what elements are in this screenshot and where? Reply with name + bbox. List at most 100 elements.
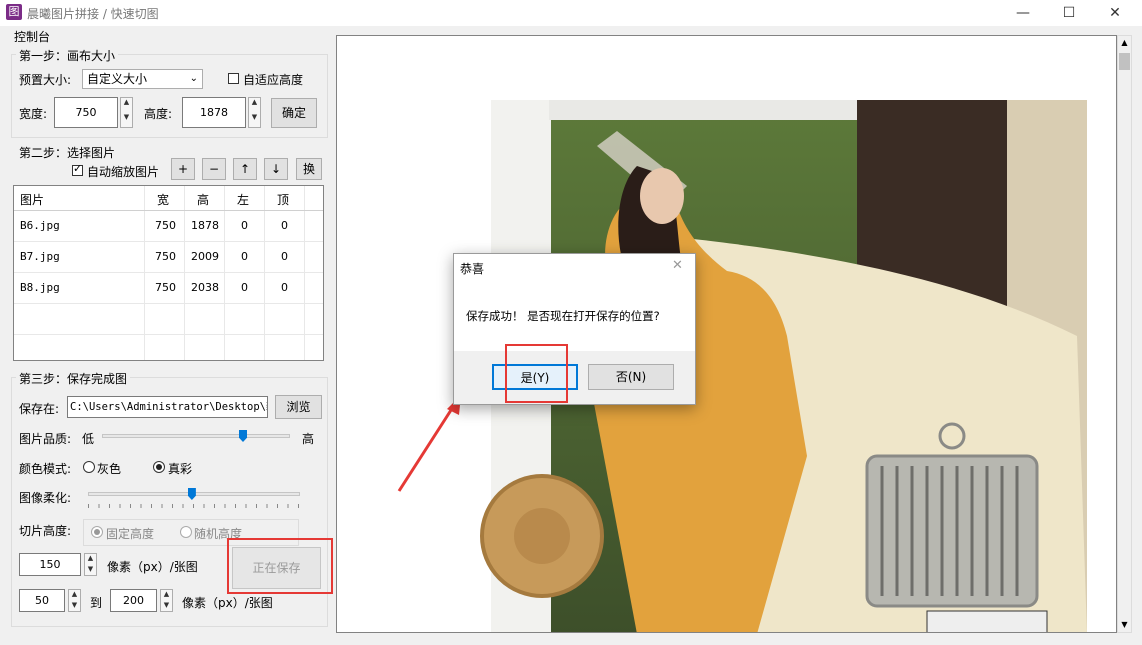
color-mode-label: 颜色模式:: [19, 462, 72, 476]
unit-label-2: 像素（px）/张图: [182, 596, 273, 610]
fit-height-checkbox[interactable]: [228, 73, 239, 84]
cell-left: 0: [241, 281, 248, 294]
move-up-button[interactable]: ↑: [233, 158, 257, 180]
height-input[interactable]: 1878: [182, 97, 246, 128]
truecolor-radio[interactable]: [153, 461, 165, 473]
browse-button[interactable]: 浏览: [275, 395, 322, 419]
chevron-down-icon: ⌄: [189, 73, 198, 84]
fixed-height-label: 固定高度: [106, 527, 155, 541]
spin-up-icon[interactable]: ▲: [161, 590, 172, 601]
fixed-height-spinner[interactable]: ▲ ▼: [84, 553, 97, 576]
unit-label: 像素（px）/张图: [107, 560, 198, 574]
spin-down-icon[interactable]: ▼: [85, 565, 96, 576]
add-image-button[interactable]: +: [171, 158, 195, 180]
cell-left: 0: [241, 250, 248, 263]
fixed-height-radio[interactable]: [91, 526, 103, 538]
scrollbar-thumb[interactable]: [1119, 53, 1130, 70]
width-label: 宽度:: [19, 107, 48, 121]
cell-top: 0: [281, 250, 288, 263]
gray-radio[interactable]: [83, 461, 95, 473]
cell-filename: B8.jpg: [20, 281, 60, 294]
window-title: 晨曦图片拼接 / 快速切图: [27, 7, 159, 21]
radio-dot-icon: [94, 529, 100, 535]
image-table: 图片 宽 高 左 顶 B6.jpg 750 1878 0 0 B7.jpg 75…: [13, 185, 324, 361]
scroll-up-icon[interactable]: ▲: [1118, 36, 1131, 50]
slice-height-label: 切片高度:: [19, 524, 72, 538]
save-to-label: 保存在:: [19, 402, 60, 416]
range-from-input[interactable]: 50: [19, 589, 65, 612]
auto-scale-checkbox[interactable]: ✓: [72, 162, 83, 176]
column-header[interactable]: 图片: [20, 191, 44, 208]
column-header[interactable]: 宽: [157, 191, 169, 208]
checkmark-icon: ✓: [73, 162, 83, 175]
step3-title: 第三步：保存完成图: [16, 370, 131, 387]
slider-ticks: [88, 504, 300, 508]
range-to-input[interactable]: 200: [110, 589, 157, 612]
quality-label: 图片品质:: [19, 432, 72, 446]
cell-width: 750: [155, 281, 176, 294]
swap-button[interactable]: 换: [296, 158, 322, 180]
width-spinner[interactable]: ▲ ▼: [120, 97, 133, 128]
preset-label: 预置大小:: [19, 73, 72, 87]
minimize-icon[interactable]: —: [1000, 0, 1046, 26]
preset-select[interactable]: 自定义大小 ⌄: [82, 69, 203, 89]
spin-down-icon[interactable]: ▼: [121, 113, 132, 128]
height-spinner[interactable]: ▲ ▼: [248, 97, 261, 128]
cell-height: 2038: [191, 281, 219, 294]
gray-label: 灰色: [97, 462, 122, 476]
auto-scale-label: 自动缩放图片: [87, 165, 160, 179]
random-height-radio[interactable]: [180, 526, 192, 538]
column-header[interactable]: 顶: [277, 191, 289, 208]
quality-slider[interactable]: [102, 434, 290, 438]
spin-down-icon[interactable]: ▼: [161, 601, 172, 612]
cell-top: 0: [281, 281, 288, 294]
fit-height-label: 自适应高度: [243, 73, 304, 87]
range-from-spinner[interactable]: ▲ ▼: [68, 589, 81, 612]
range-to-spinner[interactable]: ▲ ▼: [160, 589, 173, 612]
quality-high-label: 高: [302, 432, 315, 446]
confirm-button[interactable]: 确定: [271, 98, 317, 128]
truecolor-label: 真彩: [168, 462, 193, 476]
spin-down-icon[interactable]: ▼: [69, 601, 80, 612]
preset-value: 自定义大小: [87, 72, 148, 86]
cell-filename: B7.jpg: [20, 250, 60, 263]
cell-width: 750: [155, 219, 176, 232]
remove-image-button[interactable]: −: [202, 158, 226, 180]
close-icon[interactable]: ✕: [1092, 0, 1138, 26]
yes-highlight-box: [505, 344, 568, 403]
maximize-icon[interactable]: ☐: [1046, 0, 1092, 26]
soften-label: 图像柔化:: [19, 491, 72, 505]
step1-title: 第一步：画布大小: [16, 47, 119, 64]
cell-height: 1878: [191, 219, 219, 232]
cell-top: 0: [281, 219, 288, 232]
column-header[interactable]: 左: [237, 191, 249, 208]
dialog-message: 保存成功！ 是否现在打开保存的位置?: [466, 309, 660, 323]
cell-left: 0: [241, 219, 248, 232]
radio-dot-icon: [156, 464, 162, 470]
step2-title: 第二步：选择图片: [19, 146, 116, 160]
move-down-button[interactable]: ↓: [264, 158, 288, 180]
dialog-title: 恭喜: [460, 262, 485, 276]
spin-up-icon[interactable]: ▲: [121, 98, 132, 113]
saving-highlight-box: [227, 538, 333, 594]
success-dialog: 恭喜 ✕ 保存成功！ 是否现在打开保存的位置? 是(Y) 否(N): [453, 253, 696, 405]
annotation-arrow-icon: [397, 395, 461, 492]
spin-down-icon[interactable]: ▼: [249, 113, 260, 128]
fixed-height-input[interactable]: 150: [19, 553, 81, 576]
preview-scrollbar[interactable]: ▲ ▼: [1117, 35, 1132, 633]
scroll-down-icon[interactable]: ▼: [1118, 618, 1131, 632]
dialog-close-icon[interactable]: ✕: [672, 258, 683, 273]
height-label: 高度:: [144, 107, 173, 121]
spin-up-icon[interactable]: ▲: [85, 554, 96, 565]
spin-up-icon[interactable]: ▲: [69, 590, 80, 601]
app-icon: 图: [6, 4, 22, 20]
spin-up-icon[interactable]: ▲: [249, 98, 260, 113]
no-button[interactable]: 否(N): [588, 364, 674, 390]
cell-filename: B6.jpg: [20, 219, 60, 232]
title-bar: 图 晨曦图片拼接 / 快速切图 — ☐ ✕: [0, 0, 1142, 26]
column-header[interactable]: 高: [197, 191, 209, 208]
range-to-label: 到: [90, 596, 103, 610]
width-input[interactable]: 750: [54, 97, 118, 128]
quality-low-label: 低: [82, 432, 95, 446]
save-path-input[interactable]: C:\Users\Administrator\Desktop\新: [67, 396, 268, 418]
